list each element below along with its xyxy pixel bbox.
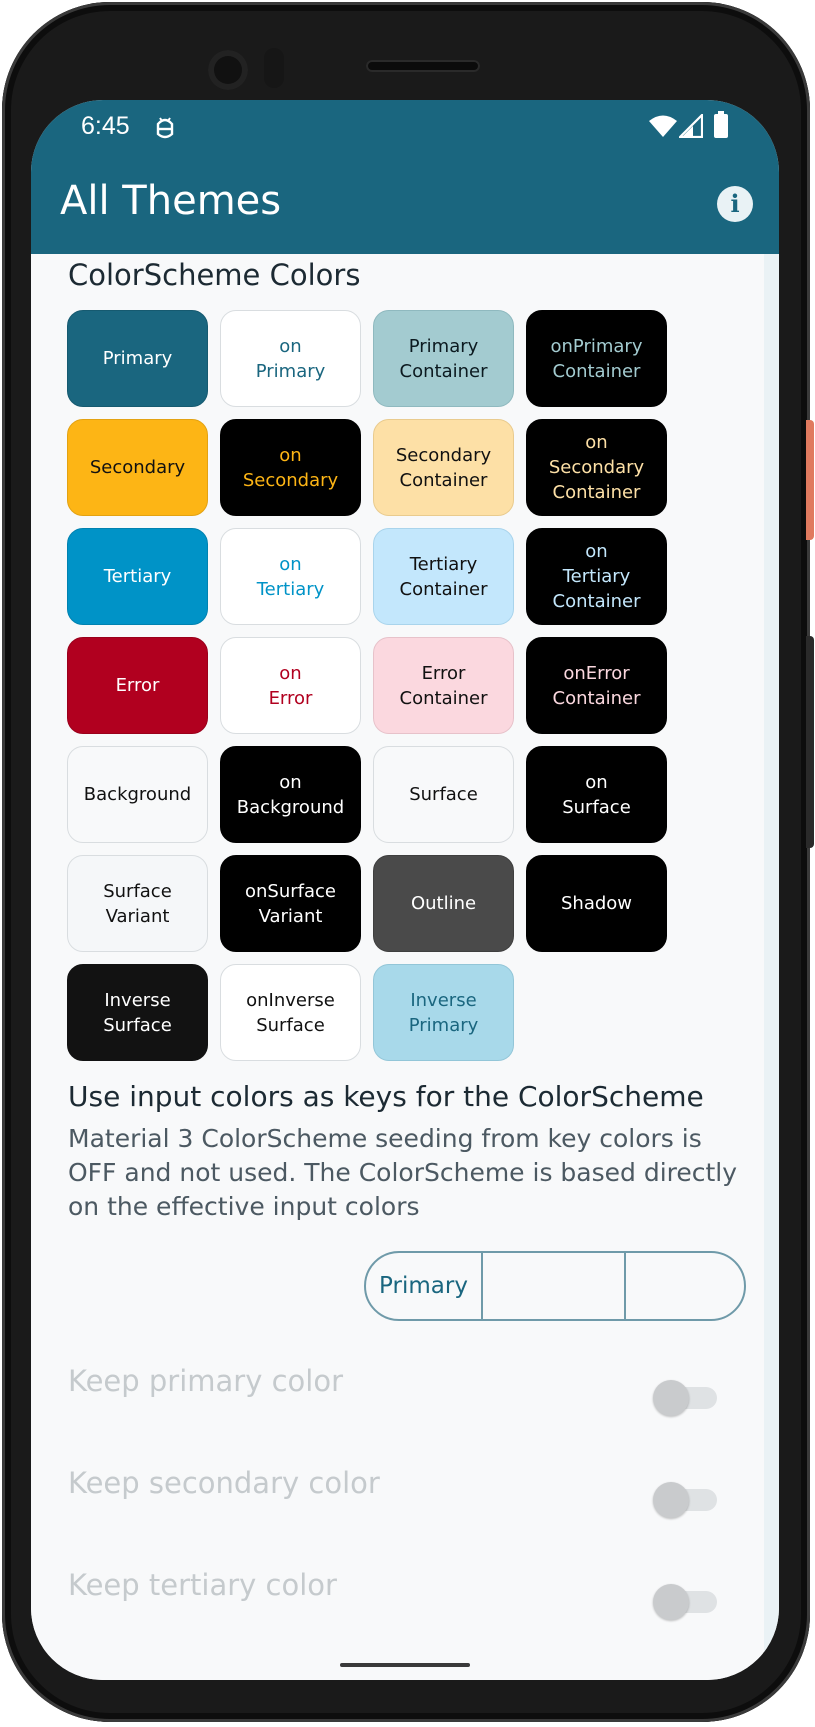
scrollbar-track[interactable]	[764, 254, 779, 1680]
color-chip[interactable]: Primary Container	[373, 310, 514, 407]
segment-tertiary[interactable]	[624, 1253, 744, 1319]
keep-primary-label: Keep primary color	[68, 1364, 344, 1398]
content-scroll[interactable]: ColorScheme Colors Primary on Primary Prim…	[31, 254, 763, 1680]
color-chip[interactable]: on Primary	[220, 310, 361, 407]
app-bar: All Themes i	[31, 156, 779, 254]
sensor	[264, 48, 284, 88]
color-chip[interactable]: Primary	[67, 310, 208, 407]
color-chip[interactable]: Surface	[373, 746, 514, 843]
status-time: 6:45	[81, 112, 130, 140]
color-chip[interactable]: Shadow	[526, 855, 667, 952]
cellular-signal-icon	[679, 114, 703, 138]
color-chip[interactable]: onInverse Surface	[220, 964, 361, 1061]
power-button	[806, 420, 814, 540]
status-bar: 6:45	[31, 100, 779, 156]
color-chip[interactable]: on Secondary Container	[526, 419, 667, 516]
color-chip[interactable]: on Background	[220, 746, 361, 843]
color-chip[interactable]: Secondary Container	[373, 419, 514, 516]
key-color-segmented-button: Primary	[364, 1251, 746, 1321]
color-chip[interactable]: on Tertiary	[220, 528, 361, 625]
color-chip[interactable]: Inverse Primary	[373, 964, 514, 1061]
color-chip[interactable]: Outline	[373, 855, 514, 952]
color-chip[interactable]: Surface Variant	[67, 855, 208, 952]
earpiece-speaker	[366, 60, 480, 72]
color-chip[interactable]: on Secondary	[220, 419, 361, 516]
color-chip[interactable]: Secondary	[67, 419, 208, 516]
color-chip[interactable]: onPrimary Container	[526, 310, 667, 407]
color-chip[interactable]: Error	[67, 637, 208, 734]
seeding-description: Material 3 ColorScheme seeding from key …	[68, 1124, 738, 1221]
screen: 6:45 All Themes i ColorScheme Colors Pri…	[31, 100, 779, 1680]
info-icon[interactable]: i	[717, 186, 753, 222]
seeding-heading: Use input colors as keys for the ColorSc…	[68, 1080, 704, 1113]
section-title-colorscheme: ColorScheme Colors	[68, 258, 361, 292]
color-chip[interactable]: onSurface Variant	[220, 855, 361, 952]
color-chip[interactable]: Background	[67, 746, 208, 843]
color-chip[interactable]: on Error	[220, 637, 361, 734]
segment-secondary[interactable]	[481, 1253, 624, 1319]
keep-primary-switch[interactable]	[653, 1380, 717, 1416]
keep-secondary-switch[interactable]	[653, 1482, 717, 1518]
front-camera	[208, 50, 248, 90]
wifi-icon	[649, 115, 677, 137]
keep-tertiary-switch[interactable]	[653, 1584, 717, 1620]
color-chip[interactable]: on Surface	[526, 746, 667, 843]
keep-tertiary-label: Keep tertiary color	[68, 1568, 337, 1602]
segment-primary[interactable]: Primary	[366, 1253, 481, 1319]
gesture-nav-handle[interactable]	[340, 1663, 470, 1667]
color-chip[interactable]: Error Container	[373, 637, 514, 734]
battery-icon	[714, 111, 728, 138]
keep-secondary-label: Keep secondary color	[68, 1466, 380, 1500]
page-title: All Themes	[60, 178, 282, 224]
volume-button	[806, 636, 814, 848]
color-chip[interactable]: Tertiary Container	[373, 528, 514, 625]
color-chip[interactable]: onError Container	[526, 637, 667, 734]
color-chip[interactable]: Tertiary	[67, 528, 208, 625]
color-chip[interactable]: on Tertiary Container	[526, 528, 667, 625]
debug-android-icon	[156, 117, 174, 139]
color-chip[interactable]: Inverse Surface	[67, 964, 208, 1061]
